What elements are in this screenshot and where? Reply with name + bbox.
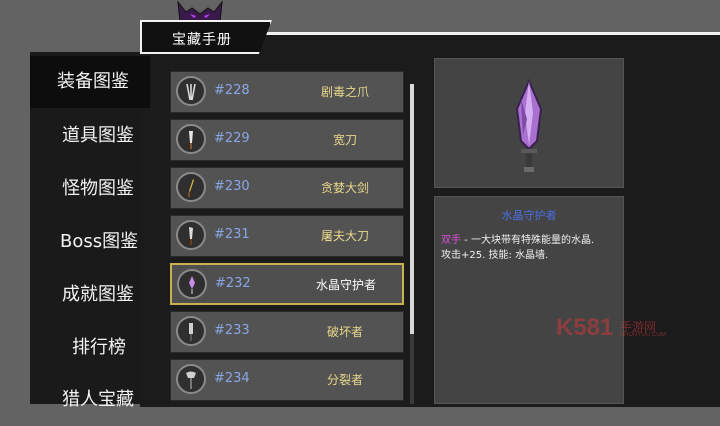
sidebar-item-leaderboard[interactable]: 排行榜	[72, 322, 182, 374]
crystal-sword-icon	[515, 79, 543, 172]
item-number: #228	[214, 83, 250, 98]
item-name: 破坏者	[326, 325, 363, 339]
item-name: 贪婪大剑	[320, 181, 369, 195]
sidebar-item-equipment[interactable]: 装备图鉴	[30, 56, 150, 108]
item-name: 水晶守护者	[315, 278, 376, 292]
title-tab: 宝藏手册	[140, 20, 272, 54]
sidebar-item-label: 装备图鉴	[57, 71, 129, 92]
item-number: #233	[214, 323, 250, 338]
sidebar-item-achievements[interactable]: 成就图鉴	[62, 269, 172, 321]
broad-knife-icon	[176, 124, 206, 154]
list-item[interactable]: #234 分裂者	[170, 359, 404, 401]
list-item[interactable]: #228 剧毒之爪	[170, 71, 404, 113]
list-item[interactable]: #231 屠夫大刀	[170, 215, 404, 257]
crystal-sword-icon	[177, 269, 207, 299]
sidebar-item-hunter-treasure[interactable]: 猎人宝藏	[62, 374, 172, 426]
item-detail: 水晶守护者 双手 - 一大块带有特殊能量的水晶. 攻击+25. 技能: 水晶墙.	[434, 196, 624, 404]
two-handed-tag: 双手	[441, 235, 461, 246]
destroyer-blade-icon	[176, 316, 206, 346]
sidebar-item-label: 排行榜	[72, 337, 126, 358]
sidebar-item-monsters[interactable]: 怪物图鉴	[62, 163, 172, 215]
list-item-selected[interactable]: #232 水晶守护者	[170, 263, 404, 305]
sidebar-item-boss[interactable]: Boss图鉴	[60, 216, 170, 268]
item-name: 分裂者	[326, 373, 363, 387]
claw-icon	[176, 76, 206, 106]
splitter-axe-icon	[176, 364, 206, 394]
sidebar-item-label: 猎人宝藏	[62, 389, 134, 410]
watermark-url: SHOUYOU.COM	[620, 332, 667, 338]
detail-description: 双手 - 一大块带有特殊能量的水晶. 攻击+25. 技能: 水晶墙.	[441, 233, 621, 263]
item-name: 剧毒之爪	[320, 85, 369, 99]
sidebar-item-label: 怪物图鉴	[62, 178, 134, 199]
greatsword-icon	[176, 172, 206, 202]
sidebar-item-label: 成就图鉴	[62, 284, 134, 305]
item-number: #230	[214, 179, 250, 194]
watermark-brand: K581	[556, 314, 614, 341]
item-name: 屠夫大刀	[320, 229, 369, 243]
item-number: #232	[215, 276, 251, 291]
sidebar-item-label: Boss图鉴	[60, 231, 139, 252]
item-preview	[434, 58, 624, 188]
item-number: #234	[214, 371, 250, 386]
window-title: 宝藏手册	[172, 32, 232, 48]
detail-desc-line1: - 一大块带有特殊能量的水晶.	[461, 235, 595, 246]
item-number: #229	[214, 131, 250, 146]
sidebar-item-label: 道具图鉴	[62, 125, 134, 146]
list-item[interactable]: #233 破坏者	[170, 311, 404, 353]
detail-title: 水晶守护者	[501, 209, 557, 222]
item-name: 宽刀	[332, 133, 357, 147]
list-item[interactable]: #229 宽刀	[170, 119, 404, 161]
butcher-blade-icon	[176, 220, 206, 250]
sidebar-item-items[interactable]: 道具图鉴	[62, 110, 172, 162]
scrollbar-thumb[interactable]	[410, 84, 414, 334]
list-item[interactable]: #230 贪婪大剑	[170, 167, 404, 209]
item-number: #231	[214, 227, 250, 242]
detail-desc-line2: 攻击+25. 技能: 水晶墙.	[441, 250, 549, 261]
